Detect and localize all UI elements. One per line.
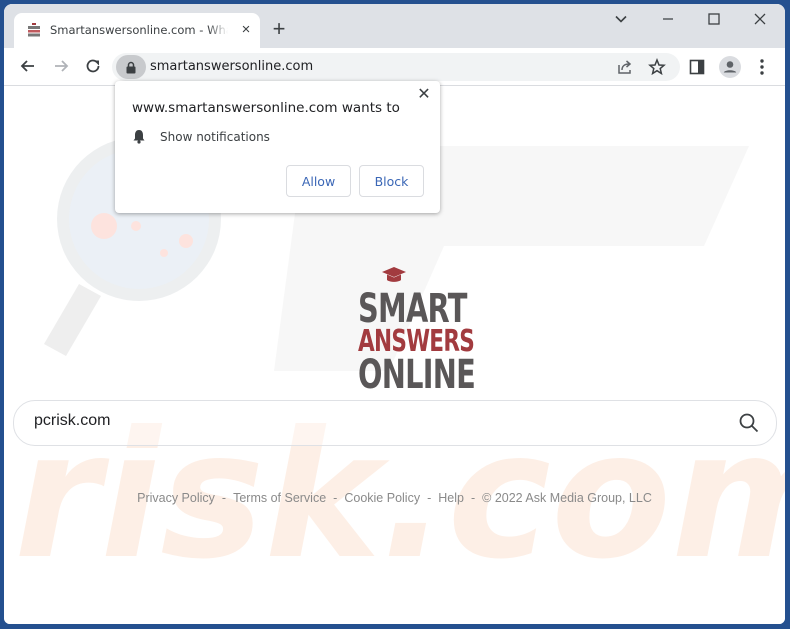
tab-search-button[interactable] <box>611 12 631 32</box>
notification-permission-popup: ✕ www.smartanswersonline.com wants to Sh… <box>115 81 440 213</box>
footer-separator: - <box>470 491 476 505</box>
bookmark-button[interactable] <box>647 57 667 77</box>
tab-strip: Smartanswersonline.com - What × + <box>4 4 785 48</box>
reload-button[interactable] <box>81 54 105 78</box>
footer-separator: - <box>221 491 227 505</box>
side-panel-icon <box>689 59 705 75</box>
maximize-button[interactable] <box>704 12 724 32</box>
smart-answers-logo: SMART ANSWERS ONLINE <box>344 266 476 398</box>
cookie-policy-link[interactable]: Cookie Policy <box>344 491 420 505</box>
search-icon <box>739 413 759 433</box>
logo-line-online: ONLINE <box>358 352 476 398</box>
forward-button[interactable] <box>49 54 73 78</box>
block-button[interactable]: Block <box>359 165 424 197</box>
share-icon <box>618 60 632 74</box>
menu-icon <box>760 59 764 75</box>
site-info-button[interactable] <box>116 55 146 79</box>
tab-title: Smartanswersonline.com - What <box>50 23 228 37</box>
smart-answers-favicon-icon <box>28 23 40 37</box>
profile-button[interactable] <box>719 56 741 78</box>
footer: Privacy Policy - Terms of Service - Cookie P… <box>4 491 785 505</box>
bell-icon <box>133 130 145 144</box>
url-text[interactable]: smartanswersonline.com <box>150 59 313 74</box>
permission-row: Show notifications <box>132 129 270 144</box>
popup-close-icon[interactable]: ✕ <box>416 87 432 103</box>
share-button[interactable] <box>615 57 635 77</box>
privacy-policy-link[interactable]: Privacy Policy <box>137 491 215 505</box>
side-panel-button[interactable] <box>686 56 708 78</box>
browser-window: Smartanswersonline.com - What × + smarta… <box>4 4 785 624</box>
menu-button[interactable] <box>751 56 773 78</box>
copyright-text: © 2022 Ask Media Group, LLC <box>482 491 652 505</box>
address-bar[interactable]: smartanswersonline.com <box>112 53 680 81</box>
logo-line-smart: SMART <box>358 286 467 332</box>
footer-separator: - <box>333 491 338 505</box>
bookmark-star-icon <box>648 58 666 76</box>
minimize-button[interactable] <box>658 12 678 32</box>
graduation-cap-icon <box>382 267 406 282</box>
allow-button[interactable]: Allow <box>286 165 351 197</box>
chevron-down-icon <box>615 15 627 23</box>
forward-icon <box>55 60 69 72</box>
terms-of-service-link[interactable]: Terms of Service <box>233 491 326 505</box>
permission-text: Show notifications <box>160 129 270 144</box>
close-window-button[interactable] <box>750 12 770 32</box>
lock-icon <box>126 61 136 73</box>
minimize-icon <box>663 18 673 20</box>
popup-title: www.smartanswersonline.com wants to <box>132 100 400 116</box>
tab-close-icon[interactable]: × <box>238 22 254 38</box>
active-tab[interactable]: Smartanswersonline.com - What × <box>14 13 260 48</box>
maximize-icon <box>708 13 720 25</box>
back-icon <box>20 60 34 72</box>
reload-icon <box>86 59 100 73</box>
footer-separator: - <box>427 491 432 505</box>
close-icon <box>754 13 766 25</box>
search-box <box>13 400 777 446</box>
help-link[interactable]: Help <box>438 491 464 505</box>
profile-icon <box>719 56 741 78</box>
search-button[interactable] <box>738 412 760 434</box>
search-input[interactable] <box>32 411 716 431</box>
back-button[interactable] <box>16 54 40 78</box>
new-tab-button[interactable]: + <box>269 18 289 40</box>
